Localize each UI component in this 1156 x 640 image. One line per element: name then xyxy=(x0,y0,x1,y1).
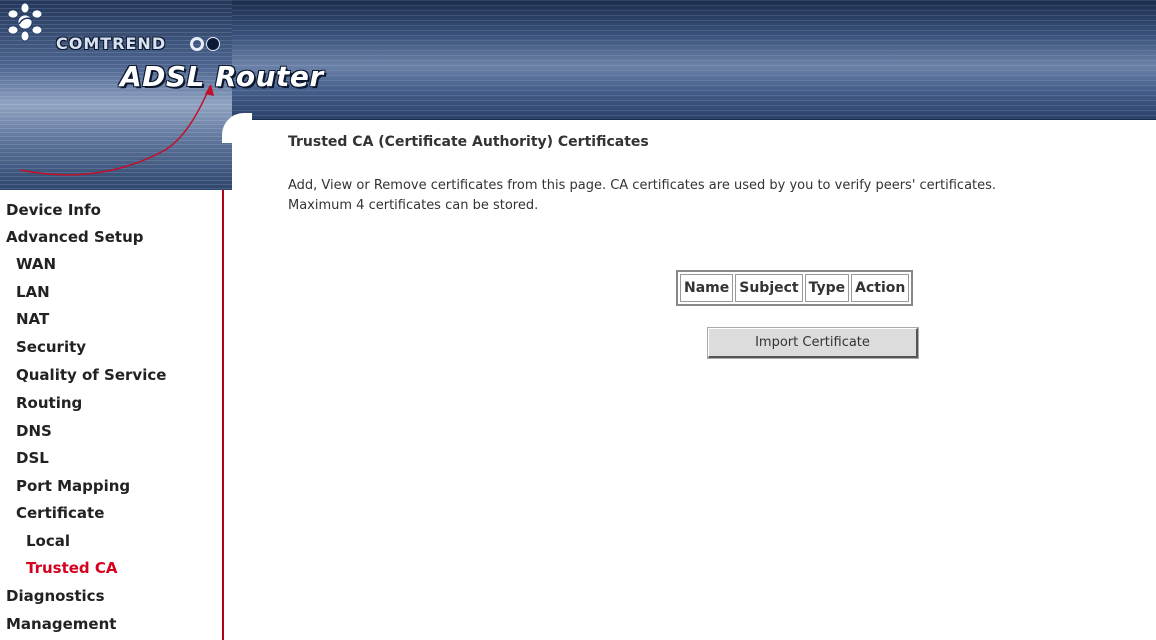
swoosh-graphic xyxy=(19,84,214,176)
sidebar-item-management[interactable]: Management xyxy=(6,615,116,633)
brand-name: COMTREND xyxy=(56,34,167,53)
sidebar-item-diagnostics[interactable]: Diagnostics xyxy=(6,587,105,605)
sidebar-item-dns[interactable]: DNS xyxy=(16,422,52,440)
column-header-type: Type xyxy=(804,274,850,302)
column-header-name: Name xyxy=(680,274,734,302)
certificates-table: Name Subject Type Action xyxy=(676,270,914,306)
sidebar-item-local[interactable]: Local xyxy=(26,532,70,550)
description-line-2: Maximum 4 certificates can be stored. xyxy=(288,198,539,213)
column-header-action: Action xyxy=(851,274,910,302)
logo-icon xyxy=(7,2,43,42)
sidebar-item-routing[interactable]: Routing xyxy=(16,394,82,412)
sidebar-nav: Device Info Advanced Setup WAN LAN NAT S… xyxy=(0,190,224,640)
sidebar-item-nat[interactable]: NAT xyxy=(16,310,49,328)
description-line-1: Add, View or Remove certificates from th… xyxy=(288,178,997,193)
table-header-row: Name Subject Type Action xyxy=(680,274,910,302)
main-content: Trusted CA (Certificate Authority) Certi… xyxy=(288,120,1156,640)
sidebar-item-lan[interactable]: LAN xyxy=(16,283,50,301)
sidebar-item-security[interactable]: Security xyxy=(16,338,86,356)
page-title: Trusted CA (Certificate Authority) Certi… xyxy=(288,134,649,150)
sidebar-item-advanced-setup[interactable]: Advanced Setup xyxy=(6,228,144,246)
page-description: Add, View or Remove certificates from th… xyxy=(288,176,1156,216)
sidebar-item-trusted-ca[interactable]: Trusted CA xyxy=(26,559,118,577)
sidebar-item-dsl[interactable]: DSL xyxy=(16,449,49,467)
sidebar-item-certificate[interactable]: Certificate xyxy=(16,504,104,522)
sidebar-item-port-mapping[interactable]: Port Mapping xyxy=(16,477,130,495)
sidebar-item-device-info[interactable]: Device Info xyxy=(6,201,101,219)
product-name: ADSL Router xyxy=(120,60,324,93)
sidebar-item-quality-of-service[interactable]: Quality of Service xyxy=(16,366,166,384)
brand-circles-icon xyxy=(190,37,220,51)
sidebar-item-wan[interactable]: WAN xyxy=(16,255,56,273)
column-header-subject: Subject xyxy=(735,274,803,302)
import-certificate-button[interactable]: Import Certificate xyxy=(707,327,919,359)
